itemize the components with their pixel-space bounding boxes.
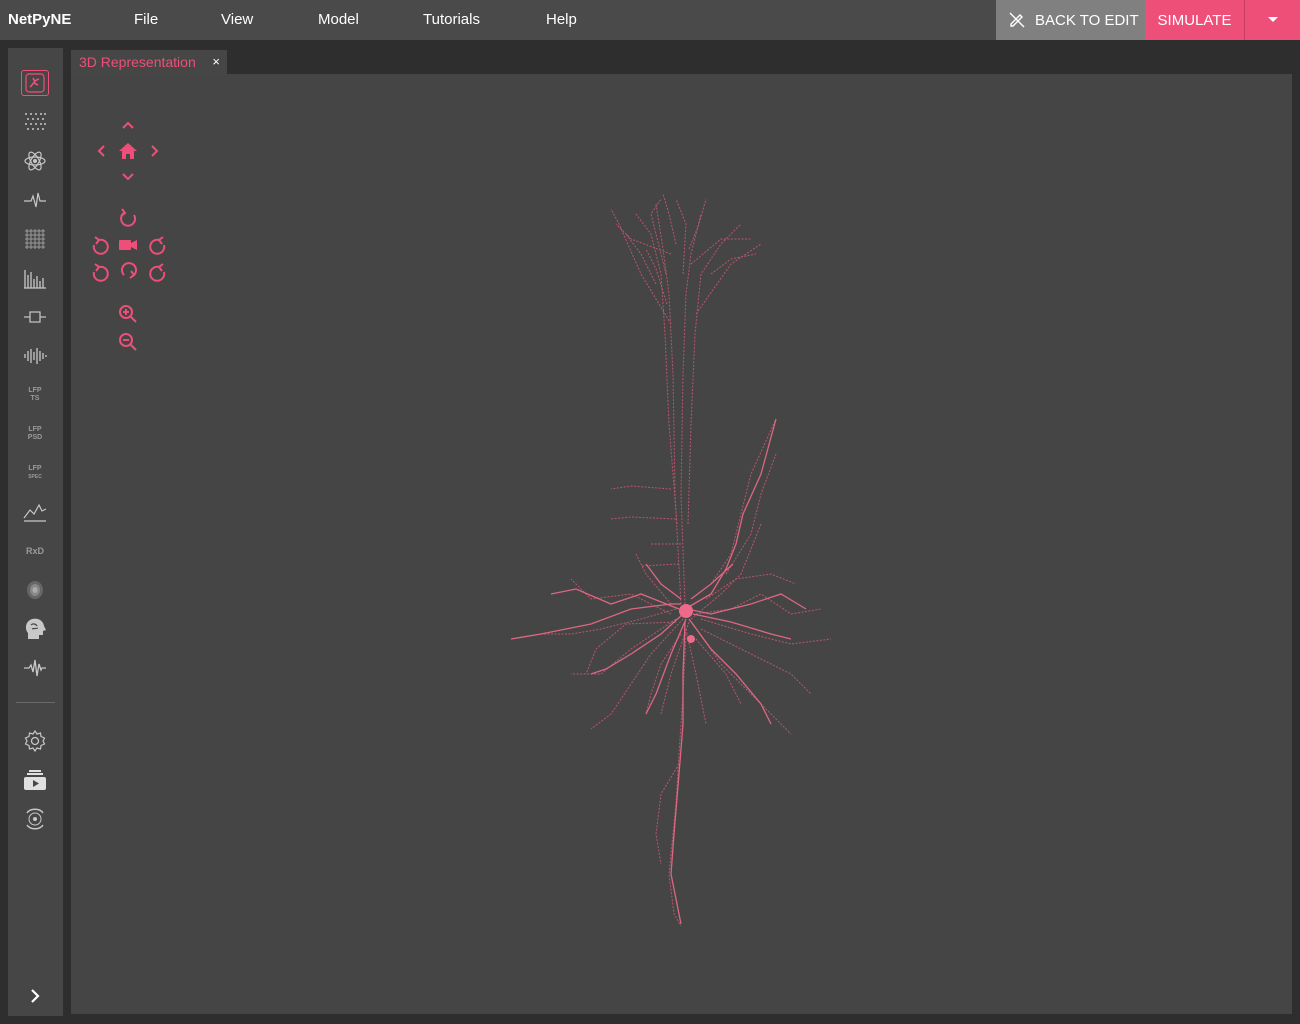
eeg-wave-icon <box>24 659 46 677</box>
top-menu-bar: NetPyNE File View Model Tutorials Help B… <box>0 0 1300 40</box>
granger-icon <box>23 503 47 522</box>
histogram-icon <box>24 270 46 289</box>
brain-head-icon <box>25 618 46 639</box>
sidebar-item-raster[interactable] <box>21 109 49 135</box>
lfp-psd-line1: LFP <box>28 426 42 433</box>
lfp-psd-icon: LFP PSD <box>28 426 42 442</box>
caret-down-icon <box>1267 17 1278 22</box>
lfp-ts-line2: TS <box>30 395 40 402</box>
sidebar-item-spikes[interactable] <box>21 343 49 369</box>
sidebar-item-lfp-psd[interactable]: LFP PSD <box>21 421 49 447</box>
simulate-button[interactable]: SIMULATE <box>1145 0 1244 40</box>
left-sidebar: LFP TS LFP PSD LFP SPEC RxD <box>8 48 63 1016</box>
settings-gear-icon <box>24 730 46 752</box>
sidebar-item-tutorials[interactable] <box>21 767 49 793</box>
sidebar-item-settings[interactable] <box>21 728 49 754</box>
sidebar-item-granger[interactable] <box>21 499 49 525</box>
3d-canvas[interactable] <box>71 74 1292 1014</box>
netpyne-logo-icon <box>26 808 44 830</box>
3d-cell-icon <box>25 73 45 93</box>
lfp-ts-line1: LFP <box>28 387 42 394</box>
menu-model[interactable]: Model <box>318 11 359 28</box>
sidebar-item-traces[interactable] <box>21 187 49 213</box>
rxd-icon: RxD <box>25 546 44 556</box>
chevron-right-icon <box>31 989 40 1003</box>
lfp-spec-icon: LFP SPEC <box>28 465 42 481</box>
back-to-edit-button[interactable]: BACK TO EDIT <box>996 0 1145 40</box>
sidebar-item-matrix[interactable] <box>21 226 49 252</box>
sidebar-item-rxd[interactable]: RxD <box>21 538 49 564</box>
soma <box>679 604 693 618</box>
tab-bar: 3D Representation × <box>71 48 1292 74</box>
tab-close-icon[interactable]: × <box>212 54 220 69</box>
trace-icon <box>24 192 46 208</box>
sidebar-item-lfp-spec[interactable]: LFP SPEC <box>21 460 49 486</box>
sidebar-item-histogram[interactable] <box>21 265 49 291</box>
soma-2 <box>687 635 695 643</box>
lfp-spec-line1: LFP <box>28 465 42 472</box>
sidebar-item-lfp-ts[interactable]: LFP TS <box>21 382 49 408</box>
spike-wave-icon <box>24 348 47 364</box>
tutorials-stack-icon <box>24 770 46 790</box>
back-to-edit-label: BACK TO EDIT <box>1035 11 1139 29</box>
sidebar-item-eeg[interactable] <box>21 655 49 681</box>
grid-icon <box>25 229 45 249</box>
sidebar-item-3d[interactable] <box>21 70 49 96</box>
sidebar-item-connection[interactable] <box>21 304 49 330</box>
simulate-dropdown-button[interactable] <box>1244 0 1300 40</box>
edit-off-icon <box>1009 12 1025 28</box>
menu-view[interactable]: View <box>221 11 253 28</box>
tab-label: 3D Representation <box>79 54 196 70</box>
sidebar-expand-button[interactable] <box>21 983 49 1009</box>
menu-tutorials[interactable]: Tutorials <box>423 11 480 28</box>
connectivity-atom-icon <box>24 151 46 171</box>
connection-icon <box>24 311 46 323</box>
sidebar-item-netpyne-logo[interactable] <box>21 806 49 832</box>
tab-3d-representation[interactable]: 3D Representation × <box>71 50 227 74</box>
raster-dots-icon <box>25 113 46 130</box>
lfp-spec-line2: SPEC <box>28 474 42 480</box>
sidebar-item-brain[interactable] <box>21 616 49 642</box>
menu-file[interactable]: File <box>134 11 158 28</box>
sidebar-item-connectivity[interactable] <box>21 148 49 174</box>
lfp-ts-icon: LFP TS <box>28 387 41 403</box>
lfp-psd-line2: PSD <box>27 434 43 441</box>
sidebar-item-dipole[interactable] <box>21 577 49 603</box>
neuron-morphology <box>510 193 832 927</box>
dipole-icon <box>27 581 43 599</box>
menu-help[interactable]: Help <box>546 11 577 28</box>
sidebar-divider <box>16 702 55 703</box>
app-brand: NetPyNE <box>8 11 72 28</box>
